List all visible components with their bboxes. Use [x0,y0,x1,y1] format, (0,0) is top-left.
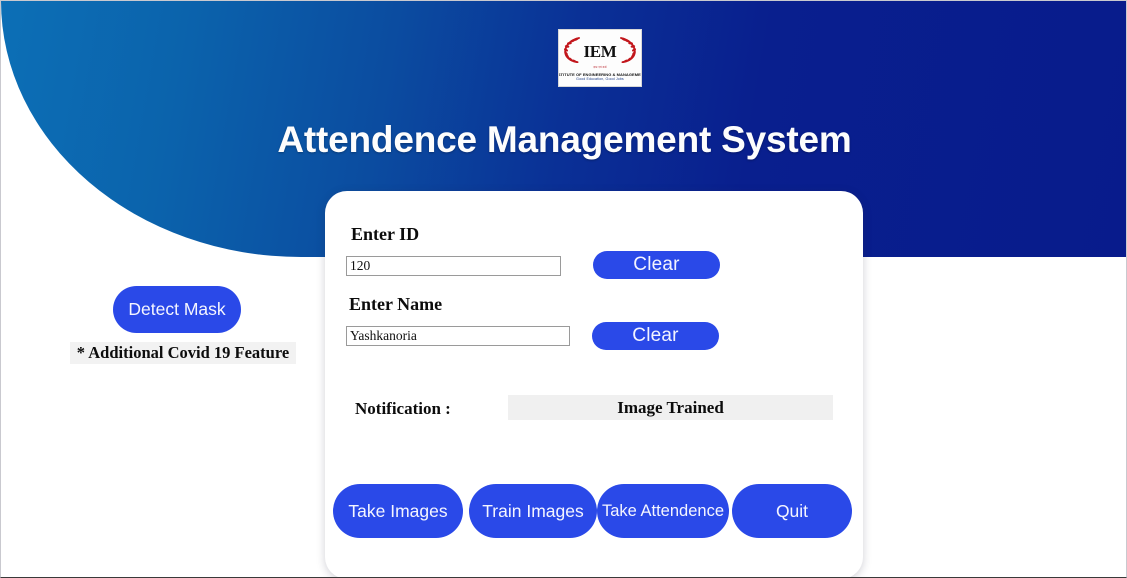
quit-button[interactable]: Quit [732,484,852,538]
form-card: Enter ID Clear Enter Name Clear Notifica… [325,191,863,577]
notification-label: Notification : [355,399,451,418]
take-attendence-button[interactable]: Take Attendence [597,484,729,538]
notification-value: Image Trained [508,395,833,420]
clear-name-button[interactable]: Clear [592,322,719,350]
enter-name-label: Enter Name [349,294,443,314]
laurel-wreath-left-icon [564,37,580,64]
take-images-button[interactable]: Take Images [333,484,463,538]
laurel-wreath-right-icon [620,37,636,64]
page-title: Attendence Management System [277,119,852,160]
train-images-button[interactable]: Train Images [469,484,597,538]
logo-tagline-sanskrit: ज्ञान एवं कर्म [593,66,607,70]
covid-feature-note: * Additional Covid 19 Feature [70,342,296,364]
logo-motto: Good Education, Good Jobs [576,76,624,81]
logo-emblem: IEM [560,34,640,68]
application-window: IEM ज्ञान एवं कर्म INSTITUTE OF ENGINEER… [0,0,1127,578]
enter-name-input[interactable] [346,326,570,346]
enter-id-input[interactable] [346,256,561,276]
clear-id-button[interactable]: Clear [593,251,720,279]
iem-logo: IEM ज्ञान एवं कर्म INSTITUTE OF ENGINEER… [558,29,642,87]
enter-id-label: Enter ID [351,224,420,244]
detect-mask-button[interactable]: Detect Mask [113,286,241,333]
logo-acronym: IEM [583,41,617,61]
